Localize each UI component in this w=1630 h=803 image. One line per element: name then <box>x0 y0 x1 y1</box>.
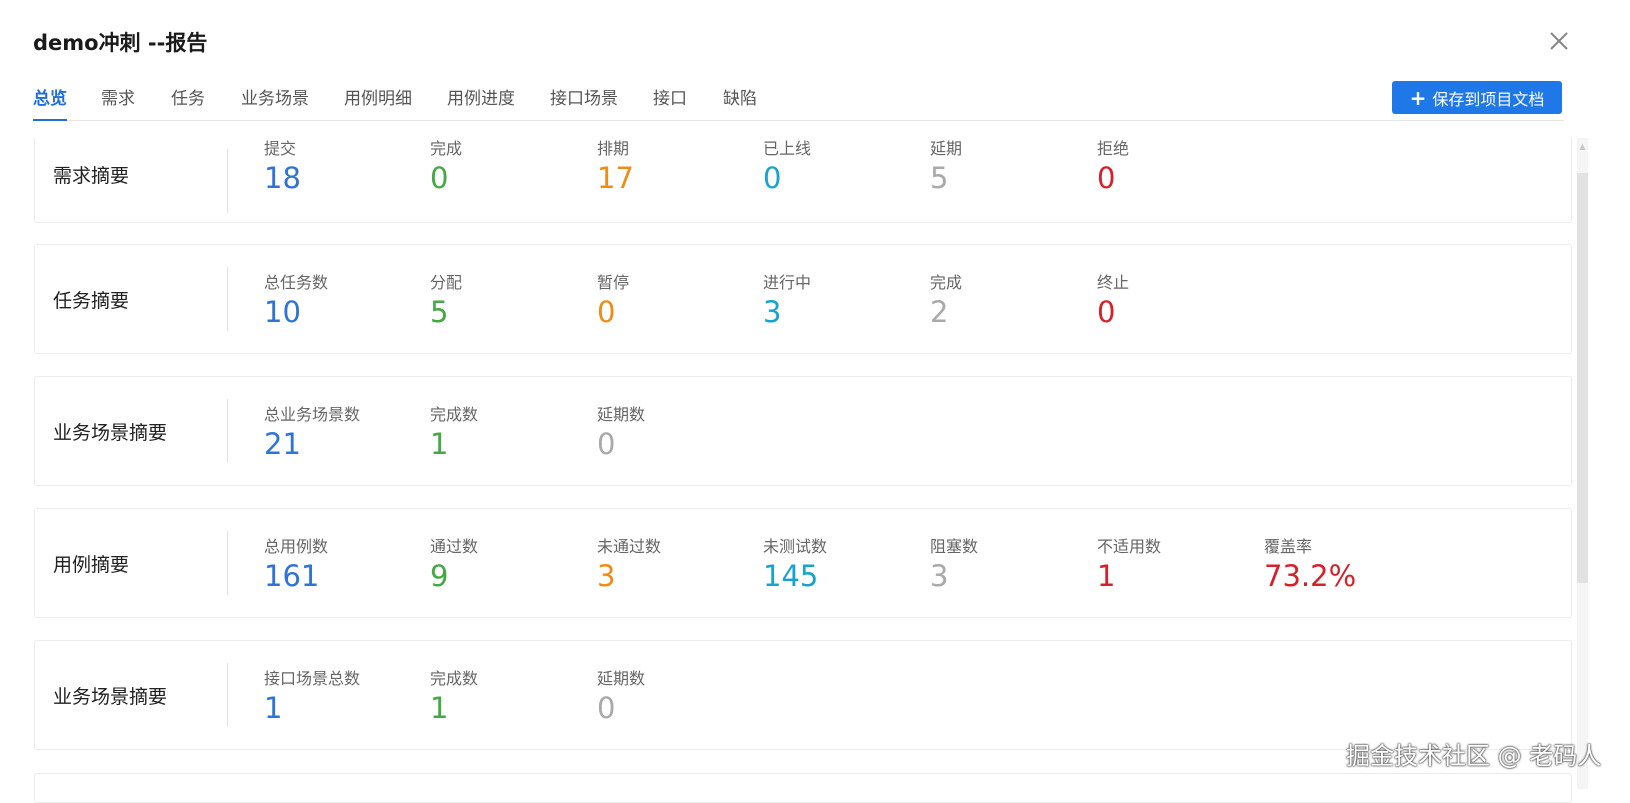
summary-content: 需求摘要 提交 18 完成 0 排期 17 已上线 0 延期 5 拒绝 0 任务… <box>0 138 1588 789</box>
card-title: 业务场景摘要 <box>53 421 168 444</box>
card-title: 需求摘要 <box>53 165 130 187</box>
scroll-up-arrow-icon[interactable]: ▲ <box>1578 143 1587 151</box>
tab-requirements[interactable]: 需求 <box>101 86 135 120</box>
close-button[interactable] <box>1548 30 1570 52</box>
stat-label: 完成数 <box>430 669 479 688</box>
stat-value: 21 <box>264 427 301 461</box>
stat-value: 10 <box>264 295 301 329</box>
tab-case-progress[interactable]: 用例进度 <box>447 86 515 120</box>
tab-api-scenarios[interactable]: 接口场景 <box>550 86 618 120</box>
business-scenario-summary-card: 业务场景摘要 总业务场景数 21 完成数 1 延期数 0 <box>34 376 1572 486</box>
plus-icon: + <box>1409 85 1427 110</box>
stat-value: 0 <box>1097 295 1116 329</box>
tab-tasks[interactable]: 任务 <box>171 86 205 120</box>
tab-defects[interactable]: 缺陷 <box>723 86 757 120</box>
stat-value: 73.2% <box>1264 559 1357 593</box>
stat-label: 延期 <box>930 139 963 158</box>
stat-value: 0 <box>1097 161 1116 195</box>
stat-label: 延期数 <box>597 669 646 688</box>
stat-value: 0 <box>597 427 616 461</box>
stat-label: 通过数 <box>430 537 479 556</box>
stat-label: 分配 <box>430 273 463 292</box>
stat-value: 5 <box>930 161 949 195</box>
card-title: 任务摘要 <box>53 289 130 312</box>
stat-value: 3 <box>763 295 782 329</box>
stat-value: 3 <box>597 559 616 593</box>
stat-label: 完成 <box>930 273 963 292</box>
stat-value: 0 <box>597 691 616 725</box>
stat-value: 1 <box>430 691 449 725</box>
dialog-title: demo冲刺 --报告 <box>33 31 208 55</box>
close-icon <box>1550 32 1568 50</box>
stat-label: 提交 <box>264 139 297 158</box>
stat-value: 3 <box>930 559 949 593</box>
stat-value: 1 <box>264 691 283 725</box>
api-scenario-summary-card: 业务场景摘要 接口场景总数 1 完成数 1 延期数 0 <box>34 640 1572 750</box>
stat-label: 未测试数 <box>763 537 828 556</box>
watermark-text: 掘金技术社区 @ 老码人 <box>1346 742 1602 770</box>
stat-label: 不适用数 <box>1097 537 1162 556</box>
stat-label: 排期 <box>597 139 630 158</box>
stat-value: 145 <box>763 559 819 593</box>
stat-value: 0 <box>597 295 616 329</box>
task-summary-card: 任务摘要 总任务数 10 分配 5 暂停 0 进行中 3 完成 2 终止 0 <box>34 244 1572 354</box>
stat-label: 覆盖率 <box>1264 537 1313 556</box>
stat-label: 总任务数 <box>264 273 329 292</box>
stat-value: 1 <box>430 427 449 461</box>
stat-value: 5 <box>430 295 449 329</box>
card-divider <box>227 267 228 331</box>
card-divider <box>227 399 228 463</box>
stat-value: 1 <box>1097 559 1116 593</box>
stat-label: 延期数 <box>597 405 646 424</box>
card-title: 业务场景摘要 <box>53 685 168 708</box>
stat-value: 2 <box>930 295 949 329</box>
stat-value: 161 <box>264 559 320 593</box>
card-divider <box>227 148 228 213</box>
stat-value: 0 <box>763 161 782 195</box>
card-divider <box>227 663 228 727</box>
stat-label: 完成 <box>430 139 463 158</box>
save-to-project-docs-button[interactable]: + 保存到项目文档 <box>1392 81 1562 114</box>
test-case-summary-card: 用例摘要 总用例数 161 通过数 9 未通过数 3 未测试数 145 阻塞数 … <box>34 508 1572 618</box>
stat-label: 进行中 <box>763 273 812 292</box>
tab-api[interactable]: 接口 <box>653 86 687 120</box>
stat-label: 拒绝 <box>1097 139 1130 158</box>
tab-business-scenarios[interactable]: 业务场景 <box>241 86 309 120</box>
tab-case-details[interactable]: 用例明细 <box>344 86 412 120</box>
next-summary-card-clipped <box>34 773 1572 803</box>
stat-value: 17 <box>597 161 634 195</box>
stat-label: 总业务场景数 <box>264 405 361 424</box>
stat-value: 9 <box>430 559 449 593</box>
stat-label: 未通过数 <box>597 537 662 556</box>
stat-value: 0 <box>430 161 449 195</box>
card-divider <box>227 531 228 595</box>
stat-label: 已上线 <box>763 139 812 158</box>
report-tabs: 总览 需求 任务 业务场景 用例明细 用例进度 接口场景 接口 缺陷 <box>33 86 1564 121</box>
requirements-summary-card: 需求摘要 提交 18 完成 0 排期 17 已上线 0 延期 5 拒绝 0 <box>34 138 1572 223</box>
stat-label: 完成数 <box>430 405 479 424</box>
scrollbar-thumb[interactable] <box>1577 173 1588 583</box>
stat-label: 暂停 <box>597 273 630 292</box>
stat-label: 总用例数 <box>264 537 329 556</box>
card-title: 用例摘要 <box>53 553 130 576</box>
stat-label: 阻塞数 <box>930 537 979 556</box>
stat-label: 接口场景总数 <box>264 669 361 688</box>
stat-value: 18 <box>264 161 301 195</box>
save-button-label: 保存到项目文档 <box>1432 89 1545 109</box>
tab-overview[interactable]: 总览 <box>33 86 67 121</box>
stat-label: 终止 <box>1097 273 1130 292</box>
